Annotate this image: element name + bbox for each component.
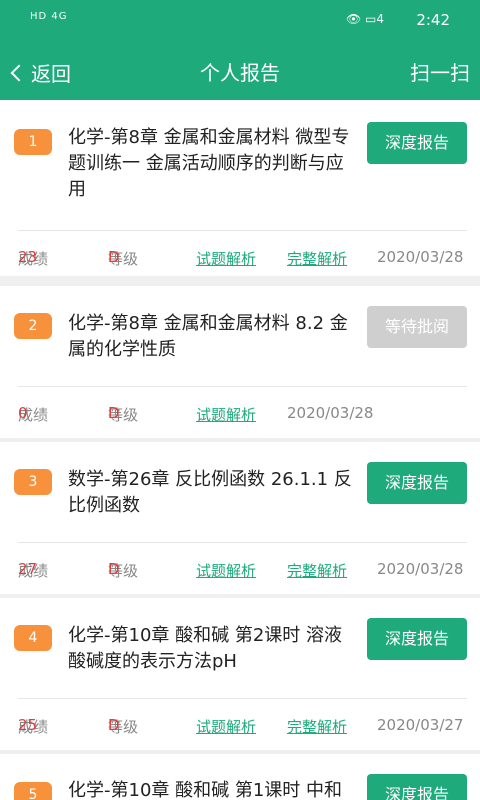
full-analysis-link[interactable]: 完整解析 [287, 716, 347, 737]
report-date: 2020/03/27 [377, 716, 464, 734]
report-date: 2020/03/28 [377, 560, 464, 578]
report-index: 5 [14, 782, 52, 800]
page-title: 个人报告 [200, 61, 280, 85]
divider [18, 386, 467, 387]
report-title[interactable]: 化学-第10章 酸和碱 第1课时 中和 [68, 778, 353, 800]
grade-value: D [108, 248, 120, 266]
score-value: 27 [18, 560, 38, 578]
grade-value: D [108, 404, 120, 422]
scan-button[interactable]: 扫一扫 [410, 57, 470, 86]
score-value: 0 [18, 404, 28, 422]
score-value: 25 [18, 716, 38, 734]
deep-report-button[interactable]: 深度报告 [367, 774, 467, 800]
divider [18, 698, 467, 699]
report-index: 1 [14, 129, 52, 155]
full-analysis-link[interactable]: 完整解析 [287, 560, 347, 581]
report-date: 2020/03/28 [377, 248, 464, 266]
divider [18, 542, 467, 543]
report-title[interactable]: 化学-第8章 金属和金属材料 微型专题训练一 金属活动顺序的判断与应用 [68, 125, 353, 203]
report-card: 2 化学-第8章 金属和金属材料 8.2 金属的化学性质 等待批阅 成绩 0 等… [0, 286, 480, 438]
report-card: 3 数学-第26章 反比例函数 26.1.1 反比例函数 深度报告 成绩 27 … [0, 442, 480, 594]
score-value: 23 [18, 248, 38, 266]
report-index: 3 [14, 469, 52, 495]
grade-value: D [108, 716, 120, 734]
report-title[interactable]: 化学-第10章 酸和碱 第2课时 溶液酸碱度的表示方法pH [68, 623, 353, 675]
status-bar: HD 4G 👁 ▭4 2:42 [0, 0, 480, 40]
report-index: 4 [14, 625, 52, 651]
question-analysis-link[interactable]: 试题解析 [196, 248, 256, 269]
title-bar: 返回 个人报告 扫一扫 [0, 40, 480, 100]
divider [18, 230, 467, 231]
deep-report-button[interactable]: 深度报告 [367, 462, 467, 504]
battery-icon: 👁 ▭4 [345, 12, 384, 26]
report-card: 1 化学-第8章 金属和金属材料 微型专题训练一 金属活动顺序的判断与应用 深度… [0, 100, 480, 276]
question-analysis-link[interactable]: 试题解析 [196, 716, 256, 737]
question-analysis-link[interactable]: 试题解析 [196, 560, 256, 581]
clock: 2:42 [416, 11, 450, 29]
full-analysis-link[interactable]: 完整解析 [287, 248, 347, 269]
grade-value: D [108, 560, 120, 578]
report-title[interactable]: 化学-第8章 金属和金属材料 8.2 金属的化学性质 [68, 311, 353, 363]
report-index: 2 [14, 313, 52, 339]
deep-report-button[interactable]: 深度报告 [367, 618, 467, 660]
signal-icons: HD 4G [30, 11, 68, 22]
report-card: 4 化学-第10章 酸和碱 第2课时 溶液酸碱度的表示方法pH 深度报告 成绩 … [0, 598, 480, 750]
report-title[interactable]: 数学-第26章 反比例函数 26.1.1 反比例函数 [68, 467, 353, 519]
deep-report-button[interactable]: 深度报告 [367, 122, 467, 164]
waiting-review-button[interactable]: 等待批阅 [367, 306, 467, 348]
report-card: 5 化学-第10章 酸和碱 第1课时 中和 深度报告 [0, 754, 480, 800]
report-date: 2020/03/28 [287, 404, 374, 422]
question-analysis-link[interactable]: 试题解析 [196, 404, 256, 425]
